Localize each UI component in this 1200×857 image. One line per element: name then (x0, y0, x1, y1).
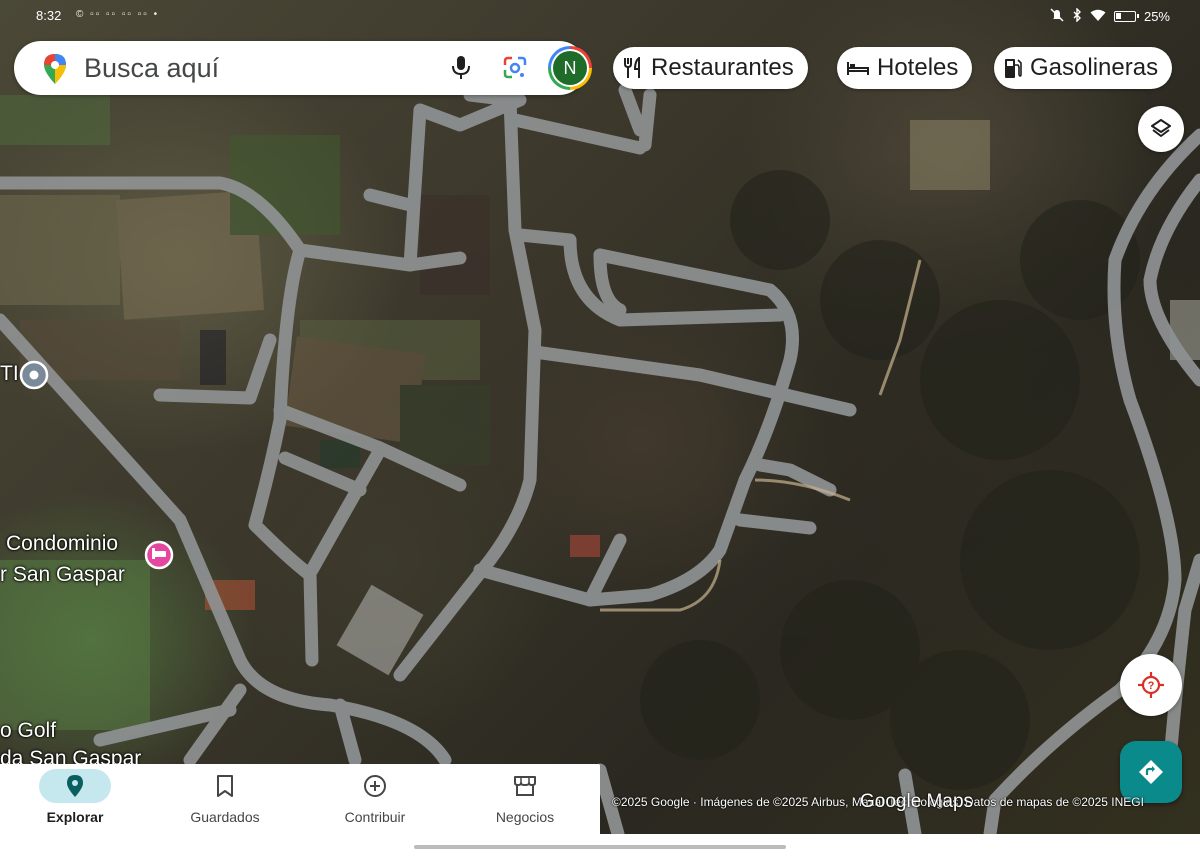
notification-icons: © ▫▫ ▫▫ ▫▫ ▫▫ • (76, 9, 160, 20)
map-label-golf[interactable]: o Golf (0, 719, 56, 743)
poi-marker (19, 360, 49, 390)
chip-label: Gasolineras (1030, 54, 1159, 81)
nav-explorar[interactable]: Explorar (0, 764, 150, 834)
location-unknown-icon: ? (1138, 672, 1164, 698)
pin-icon (67, 775, 83, 797)
nav-icon-container (339, 769, 411, 803)
nav-label: Guardados (190, 809, 260, 825)
google-maps-logo: Google Maps (860, 791, 974, 812)
plus-circle-icon (364, 775, 386, 797)
gesture-handle[interactable] (414, 845, 786, 849)
nav-icon-container (189, 769, 261, 803)
nav-guardados[interactable]: Guardados (150, 764, 300, 834)
nav-label: Explorar (46, 809, 104, 825)
status-right-group: 25% (1050, 7, 1170, 25)
avatar-initial: N (553, 51, 587, 85)
nav-label: Contribuir (344, 809, 406, 825)
bed-icon (847, 62, 869, 75)
chip-label: Restaurantes (651, 54, 794, 81)
chip-hoteles[interactable]: Hoteles (837, 47, 973, 89)
nav-negocios[interactable]: Negocios (450, 764, 600, 834)
map-label-condominio[interactable]: Condominio (6, 532, 118, 556)
satellite-map[interactable]: TI Condominio r San Gaspar o Golf da San… (0, 0, 1200, 834)
wifi-icon (1090, 9, 1106, 25)
battery-level: 25% (1143, 9, 1170, 24)
directions-button[interactable] (1120, 741, 1182, 803)
bookmark-icon (217, 775, 233, 797)
chip-label: Hoteles (877, 54, 959, 81)
google-maps-pin-icon (44, 54, 66, 89)
svg-text:?: ? (1148, 680, 1155, 692)
map-label-ti[interactable]: TI (0, 362, 19, 386)
nav-icon-container (489, 769, 561, 803)
status-bar: 8:32 © ▫▫ ▫▫ ▫▫ ▫▫ • 25% (0, 0, 1200, 32)
bluetooth-icon (1072, 7, 1082, 25)
mute-icon (1050, 8, 1064, 25)
microphone-icon[interactable] (450, 55, 472, 86)
nav-label: Negocios (495, 809, 555, 825)
bottom-navigation: Explorar Guardados Contribuir Negocios (0, 764, 600, 834)
chip-restaurantes[interactable]: Restaurantes (613, 47, 808, 89)
hotel-marker (144, 540, 174, 570)
chip-gasolineras[interactable]: Gasolineras (994, 47, 1173, 89)
layers-button[interactable] (1138, 106, 1184, 152)
nav-icon-container (39, 769, 111, 803)
search-input[interactable]: Busca aquí (84, 53, 219, 84)
my-location-button[interactable]: ? (1120, 654, 1182, 716)
google-lens-icon[interactable] (502, 56, 528, 85)
battery-icon (1113, 11, 1139, 22)
storefront-icon (514, 776, 536, 796)
layers-icon (1151, 119, 1171, 137)
map-imagery (0, 83, 1200, 834)
gas-pump-icon (1005, 59, 1022, 78)
account-avatar[interactable]: N (548, 46, 592, 90)
fork-knife-icon (624, 57, 640, 78)
map-label-condominio-line2[interactable]: r San Gaspar (0, 563, 125, 587)
nav-contribuir[interactable]: Contribuir (300, 764, 450, 834)
search-bar[interactable]: Busca aquí N (14, 41, 592, 95)
directions-icon (1139, 760, 1163, 784)
status-time: 8:32 (36, 8, 62, 23)
